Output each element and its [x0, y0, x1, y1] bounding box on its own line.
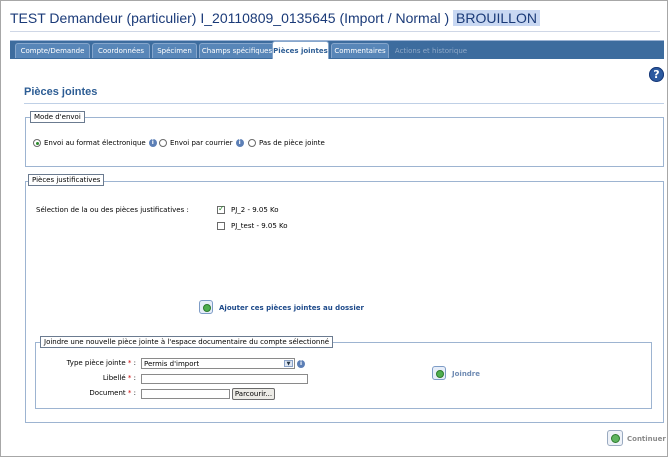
radio-button[interactable]: [248, 139, 256, 147]
title-bar: TEST Demandeur (particulier) I_20110809_…: [10, 8, 660, 30]
info-icon[interactable]: i: [235, 139, 244, 147]
file-label: PJ_test - 9.05 Ko: [231, 222, 288, 230]
add-attachments-icon[interactable]: [199, 300, 213, 314]
document-input[interactable]: [141, 389, 230, 399]
header-title: TEST Demandeur (particulier) I_20110809_…: [10, 10, 450, 26]
radio-label: Envoi au format électronique: [44, 139, 146, 147]
add-attachments-link[interactable]: Ajouter ces pièces jointes au dossier: [219, 304, 364, 312]
chevron-down-icon[interactable]: ▼: [284, 360, 293, 367]
tab-compte-demande[interactable]: Compte/Demande: [15, 43, 90, 58]
browse-button[interactable]: Parcourir...: [232, 388, 275, 400]
type-select[interactable]: Permis d'import ▼: [141, 358, 295, 369]
file-row-pj2[interactable]: PJ_2 - 9.05 Ko: [217, 204, 279, 214]
selection-label: Sélection de la ou des pièces justificat…: [36, 206, 189, 214]
title-divider: [24, 103, 664, 104]
page-header: TEST Demandeur (particulier) I_20110809_…: [10, 10, 540, 26]
file-checkbox[interactable]: [217, 204, 225, 214]
pieces-legend: Pièces justificatives: [28, 174, 105, 186]
file-row-pjtest[interactable]: PJ_test - 9.05 Ko: [217, 222, 288, 230]
tab-commentaires[interactable]: Commentaires: [331, 43, 389, 58]
radio-pas-de-piece[interactable]: Pas de pièce jointe: [248, 139, 325, 147]
required-mark: *: [127, 359, 132, 367]
mode-envoi-legend: Mode d'envoi: [30, 111, 85, 123]
tab-pieces-jointes[interactable]: Pièces jointes: [272, 41, 329, 59]
tab-champs-specifiques[interactable]: Champs spécifiques: [199, 43, 275, 58]
file-checkbox[interactable]: [217, 222, 225, 230]
joindre-icon[interactable]: [432, 366, 446, 380]
info-icon[interactable]: i: [297, 360, 305, 368]
tab-coordonnees[interactable]: Coordonnées: [92, 43, 150, 58]
status-badge: BROUILLON: [453, 10, 540, 26]
libelle-input[interactable]: [141, 374, 308, 384]
joindre-legend: Joindre une nouvelle pièce jointe à l'es…: [40, 336, 334, 348]
required-mark: *: [127, 374, 132, 382]
file-label: PJ_2 - 9.05 Ko: [231, 206, 279, 214]
type-label: Type pièce jointe * :: [66, 359, 136, 367]
radio-button[interactable]: [159, 139, 167, 147]
page-title: Pièces jointes: [24, 86, 98, 98]
continuer-icon[interactable]: [607, 430, 623, 446]
help-icon[interactable]: ?: [649, 67, 664, 82]
radio-envoi-courrier[interactable]: Envoi par courrier i: [159, 139, 244, 147]
radio-label: Envoi par courrier: [170, 139, 233, 147]
tab-actions-historique: Actions et historique: [394, 47, 468, 55]
required-mark: *: [127, 389, 132, 397]
radio-label: Pas de pièce jointe: [259, 139, 325, 147]
radio-envoi-electronique[interactable]: Envoi au format électronique i: [33, 139, 157, 147]
tab-bar: Compte/Demande Coordonnées Spécimen Cham…: [10, 40, 664, 59]
libelle-label: Libellé * :: [102, 374, 136, 382]
type-select-value: Permis d'import: [144, 360, 200, 368]
continuer-button[interactable]: Continuer: [627, 435, 666, 443]
radio-button[interactable]: [33, 139, 41, 147]
info-icon[interactable]: i: [148, 139, 157, 147]
header-divider: [10, 31, 660, 32]
document-label: Document * :: [89, 389, 136, 397]
joindre-button[interactable]: Joindre: [452, 370, 480, 378]
tab-specimen[interactable]: Spécimen: [152, 43, 197, 58]
